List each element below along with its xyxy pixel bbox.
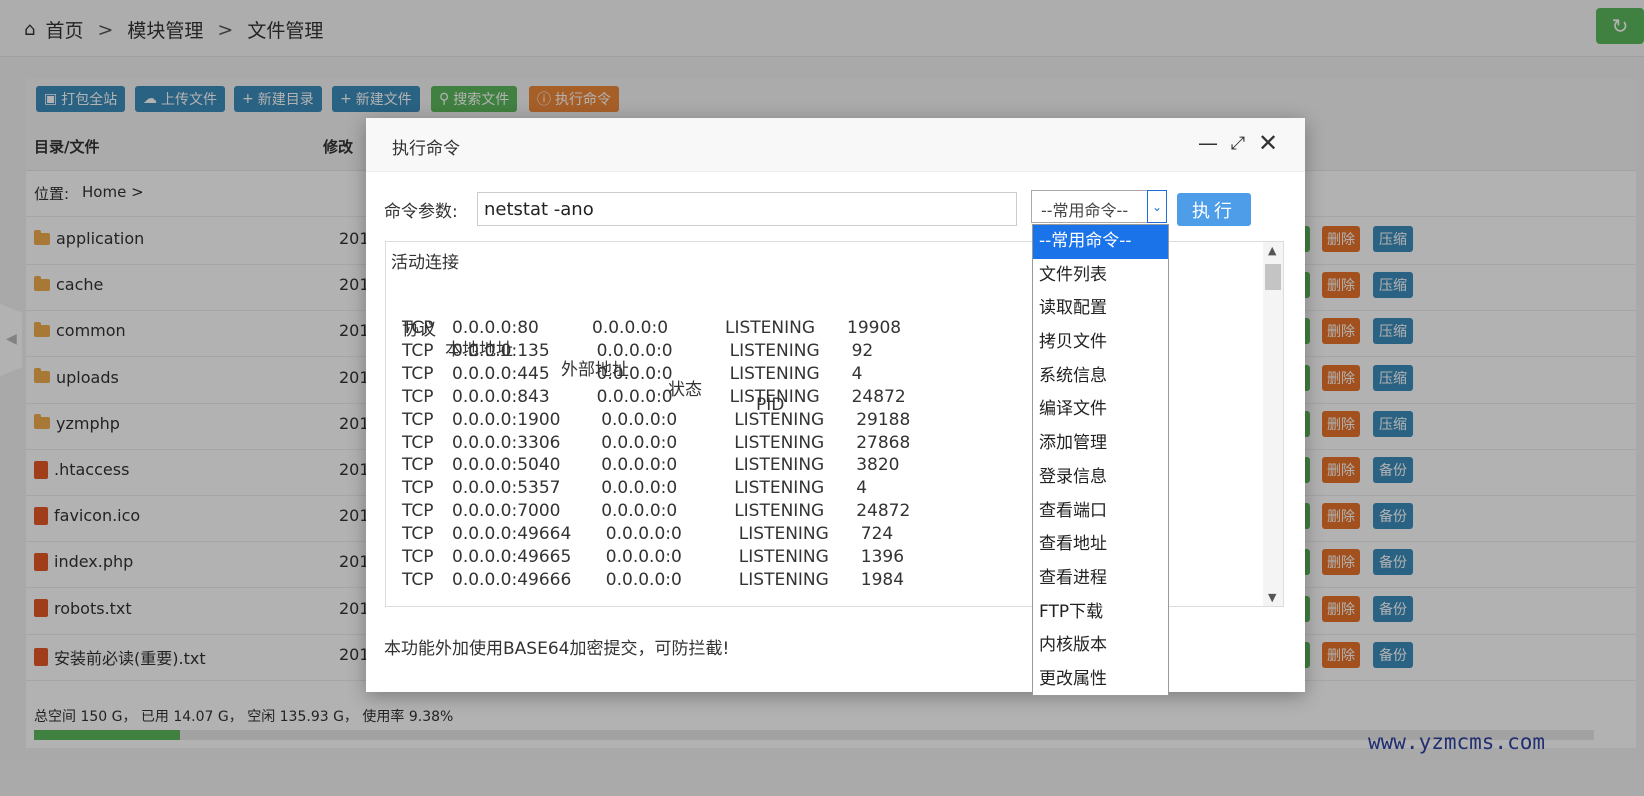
dropdown-option[interactable]: 读取配置 [1033,292,1168,326]
close-icon: ✕ [1257,129,1279,157]
conn-local: 0.0.0.0:843 [452,386,550,407]
conn-pid: 24872 [851,386,906,407]
modal-title: 执行命令 [392,139,460,159]
conn-proto: TCP [402,386,434,407]
maximize-button[interactable]: ⤢ [1225,130,1251,156]
command-input[interactable] [477,192,1017,226]
conn-state: LISTENING [729,340,820,361]
scroll-down-icon[interactable]: ▼ [1268,591,1276,604]
dropdown-option[interactable]: 查看地址 [1033,528,1168,562]
dropdown-option[interactable]: --常用命令-- [1033,225,1168,259]
dropdown-option[interactable]: 系统信息 [1033,360,1168,394]
conn-local: 0.0.0.0:135 [452,340,550,361]
dropdown-option[interactable]: FTP下载 [1033,596,1168,630]
dropdown-option[interactable]: 拷贝文件 [1033,326,1168,360]
maximize-icon: ⤢ [1230,132,1246,154]
conn-state: LISTENING [725,318,816,338]
dropdown-option[interactable]: 添加管理 [1033,427,1168,461]
conn-local: 0.0.0.0:49664 [452,524,572,545]
conn-state: LISTENING [734,432,825,453]
minimize-icon: — [1198,131,1218,155]
dropdown-option[interactable]: 编译文件 [1033,393,1168,427]
conn-pid: 3820 [856,455,900,476]
dropdown-option[interactable]: 更改属性 [1033,663,1168,697]
conn-local: 0.0.0.0:5040 [452,455,561,476]
conn-local: 0.0.0.0:80 [452,318,539,338]
conn-foreign: 0.0.0.0:0 [601,409,678,430]
dropdown-option[interactable]: 查看端口 [1033,495,1168,529]
conn-foreign: 0.0.0.0:0 [605,547,682,567]
conn-proto: TCP [402,318,434,338]
conn-pid: 19908 [847,318,902,338]
conn-pid: 1984 [860,569,905,590]
conn-foreign: 0.0.0.0:0 [596,386,673,407]
conn-proto: TCP [402,432,434,453]
chevron-down-icon[interactable]: ⌄ [1147,190,1167,223]
conn-local: 0.0.0.0:5357 [452,478,561,499]
conn-local: 0.0.0.0:49666 [452,569,572,590]
conn-local: 0.0.0.0:3306 [452,432,561,453]
conn-pid: 29188 [856,409,911,430]
conn-pid: 1396 [860,547,905,567]
conn-foreign: 0.0.0.0:0 [601,455,678,476]
conn-local: 0.0.0.0:7000 [452,501,561,522]
conn-proto: TCP [402,501,434,522]
conn-foreign: 0.0.0.0:0 [601,432,678,453]
conn-foreign: 0.0.0.0:0 [592,318,669,338]
conn-pid: 724 [860,524,894,545]
conn-local: 0.0.0.0:49665 [452,547,572,567]
dropdown-option[interactable]: 登录信息 [1033,461,1168,495]
conn-state: LISTENING [734,501,825,522]
execute-button[interactable]: 执行 [1177,193,1251,226]
conn-foreign: 0.0.0.0:0 [596,340,673,361]
conn-state: LISTENING [729,386,820,407]
conn-state: LISTENING [738,547,829,567]
conn-state: LISTENING [738,524,829,545]
common-command-dropdown[interactable]: --常用命令-- 文件列表 读取配置 拷贝文件 系统信息 编译文件 添加管理 登录信息 查看端口… [1032,224,1169,696]
conn-pid: 27868 [856,432,911,453]
conn-state: LISTENING [729,363,820,384]
conn-foreign: 0.0.0.0:0 [601,501,678,522]
conn-pid: 4 [856,478,868,499]
conn-state: LISTENING [734,409,825,430]
command-param-label: 命令参数: [384,202,458,222]
conn-pid: 92 [851,340,874,361]
conn-proto: TCP [402,569,434,590]
conn-proto: TCP [402,547,434,567]
conn-foreign: 0.0.0.0:0 [601,478,678,499]
conn-state: LISTENING [734,455,825,476]
watermark: www.yzmcms.com [1368,730,1546,754]
conn-pid: 24872 [856,501,911,522]
conn-proto: TCP [402,524,434,545]
output-scrollbar[interactable]: ▲ ▼ [1263,242,1283,606]
conn-local: 0.0.0.0:445 [452,363,550,384]
common-command-select[interactable]: --常用命令-- ⌄ [1031,190,1167,223]
conn-state: LISTENING [738,569,829,590]
conn-proto: TCP [402,478,434,499]
scroll-thumb[interactable] [1265,264,1281,290]
dropdown-option[interactable]: 文件列表 [1033,259,1168,293]
base64-note: 本功能外加使用BASE64加密提交，可防拦截! [384,639,730,659]
dropdown-option[interactable]: 查看进程 [1033,562,1168,596]
output-title: 活动连接 [391,253,459,273]
scroll-up-icon[interactable]: ▲ [1268,244,1276,257]
conn-pid: 4 [851,363,863,384]
conn-state: LISTENING [734,478,825,499]
minimize-button[interactable]: — [1195,130,1221,156]
conn-local: 0.0.0.0:1900 [452,409,561,430]
close-button[interactable]: ✕ [1255,129,1281,157]
conn-foreign: 0.0.0.0:0 [605,569,682,590]
conn-proto: TCP [402,409,434,430]
conn-proto: TCP [402,363,434,384]
conn-foreign: 0.0.0.0:0 [605,524,682,545]
conn-proto: TCP [402,340,434,361]
select-value: --常用命令-- [1041,201,1129,220]
dropdown-option[interactable]: 内核版本 [1033,629,1168,663]
header-state: 状态 [668,380,702,400]
modal-header: 执行命令 — ⤢ ✕ [366,118,1305,172]
conn-proto: TCP [402,455,434,476]
conn-foreign: 0.0.0.0:0 [596,363,673,384]
